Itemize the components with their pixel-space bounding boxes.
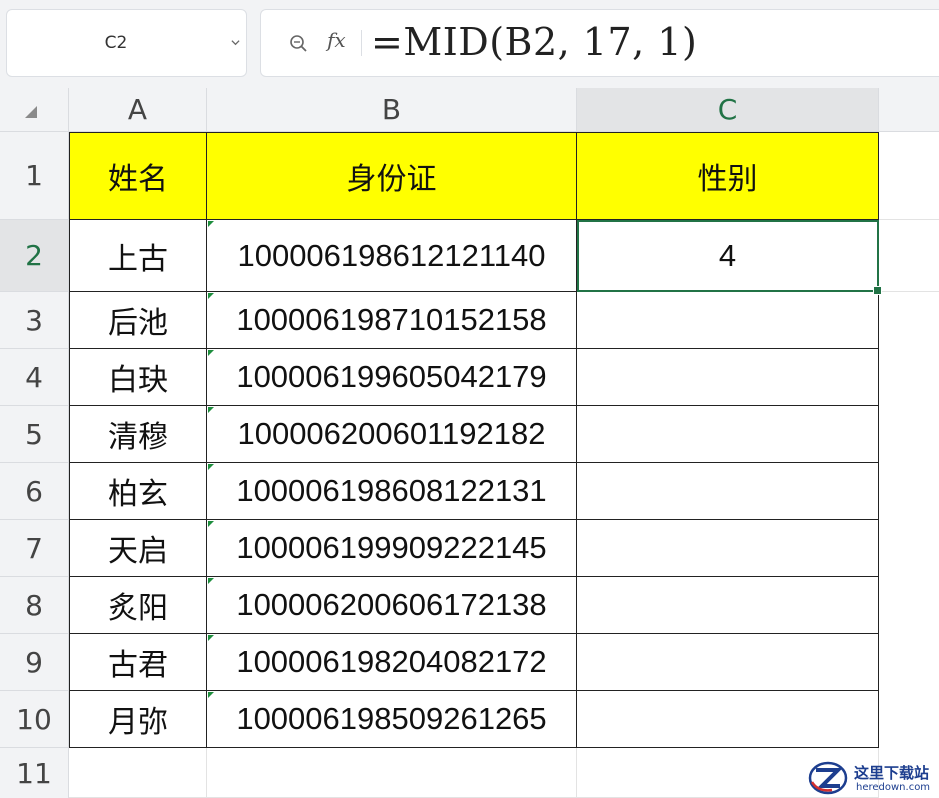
cell-c5[interactable]: [577, 406, 879, 463]
cell-a8[interactable]: 炙阳: [69, 577, 207, 634]
cell-c1[interactable]: 性别: [577, 132, 879, 220]
watermark-line1: 这里下载站: [854, 764, 930, 782]
cell-a6[interactable]: 柏玄: [69, 463, 207, 520]
column-header-b[interactable]: B: [207, 88, 577, 132]
watermark-logo: 这里下载站 heredown.com: [808, 758, 939, 798]
cell-c8[interactable]: [577, 577, 879, 634]
text-number-indicator: [208, 578, 214, 584]
text-number-indicator: [208, 407, 214, 413]
zoom-icon[interactable]: [289, 34, 309, 54]
row-header-4[interactable]: 4: [0, 349, 69, 406]
select-all-icon: [25, 106, 37, 118]
cell-a10[interactable]: 月弥: [69, 691, 207, 748]
cell-a4[interactable]: 白玦: [69, 349, 207, 406]
text-number-indicator: [208, 521, 214, 527]
text-number-indicator: [208, 464, 214, 470]
select-all-corner[interactable]: [0, 88, 69, 132]
cell-b10[interactable]: 100006198509261265: [207, 691, 577, 748]
cell-a3[interactable]: 后池: [69, 292, 207, 349]
cell-b6[interactable]: 100006198608122131: [207, 463, 577, 520]
row-header-1[interactable]: 1: [0, 132, 69, 220]
column-header-c[interactable]: C: [577, 88, 879, 132]
cell-a9[interactable]: 古君: [69, 634, 207, 691]
column-header-d[interactable]: [879, 88, 939, 132]
cell-c10[interactable]: [577, 691, 879, 748]
cell-b2[interactable]: 100006198612121140: [207, 220, 577, 292]
cell-b5[interactable]: 100006200601192182: [207, 406, 577, 463]
spreadsheet-grid: A B C 1 2 3 4 5 6 7 8 9 10 11 姓名 身份证 性别 …: [0, 88, 939, 798]
cell-a11[interactable]: [69, 748, 207, 798]
formula-separator: [361, 30, 362, 56]
cell-d2[interactable]: [879, 220, 939, 292]
row-header-8[interactable]: 8: [0, 577, 69, 634]
cell-a1[interactable]: 姓名: [69, 132, 207, 220]
cell-b8[interactable]: 100006200606172138: [207, 577, 577, 634]
column-header-a[interactable]: A: [69, 88, 207, 132]
row-header-10[interactable]: 10: [0, 691, 69, 748]
toolbar: C2 fx =MID(B2, 17, 1): [0, 0, 939, 88]
chevron-down-icon[interactable]: [231, 38, 240, 47]
row-header-3[interactable]: 3: [0, 292, 69, 349]
cell-b9[interactable]: 100006198204082172: [207, 634, 577, 691]
cell-b7[interactable]: 100006199909222145: [207, 520, 577, 577]
cell-b11[interactable]: [207, 748, 577, 798]
cell-c7[interactable]: [577, 520, 879, 577]
cell-c6[interactable]: [577, 463, 879, 520]
cell-b4[interactable]: 100006199605042179: [207, 349, 577, 406]
cell-c9[interactable]: [577, 634, 879, 691]
text-number-indicator: [208, 221, 214, 227]
row-header-6[interactable]: 6: [0, 463, 69, 520]
text-number-indicator: [208, 635, 214, 641]
name-box-value: C2: [104, 33, 128, 53]
text-number-indicator: [208, 692, 214, 698]
cell-d1[interactable]: [879, 132, 939, 220]
formula-input[interactable]: =MID(B2, 17, 1): [371, 20, 697, 64]
cell-a2[interactable]: 上古: [69, 220, 207, 292]
cell-a5[interactable]: 清穆: [69, 406, 207, 463]
cell-c4[interactable]: [577, 349, 879, 406]
formula-bar[interactable]: fx =MID(B2, 17, 1): [260, 9, 939, 77]
cell-a7[interactable]: 天启: [69, 520, 207, 577]
row-header-2[interactable]: 2: [0, 220, 69, 292]
cell-c3[interactable]: [577, 292, 879, 349]
cell-b1[interactable]: 身份证: [207, 132, 577, 220]
row-header-7[interactable]: 7: [0, 520, 69, 577]
row-header-9[interactable]: 9: [0, 634, 69, 691]
row-header-11[interactable]: 11: [0, 748, 69, 798]
row-header-5[interactable]: 5: [0, 406, 69, 463]
watermark-line2: heredown.com: [856, 782, 931, 793]
cell-c2[interactable]: 4: [577, 220, 879, 292]
fx-icon[interactable]: fx: [327, 28, 346, 52]
name-box[interactable]: C2: [6, 9, 247, 77]
logo-mark-icon: [808, 761, 848, 795]
cell-b3[interactable]: 100006198710152158: [207, 292, 577, 349]
text-number-indicator: [208, 293, 214, 299]
text-number-indicator: [208, 350, 214, 356]
